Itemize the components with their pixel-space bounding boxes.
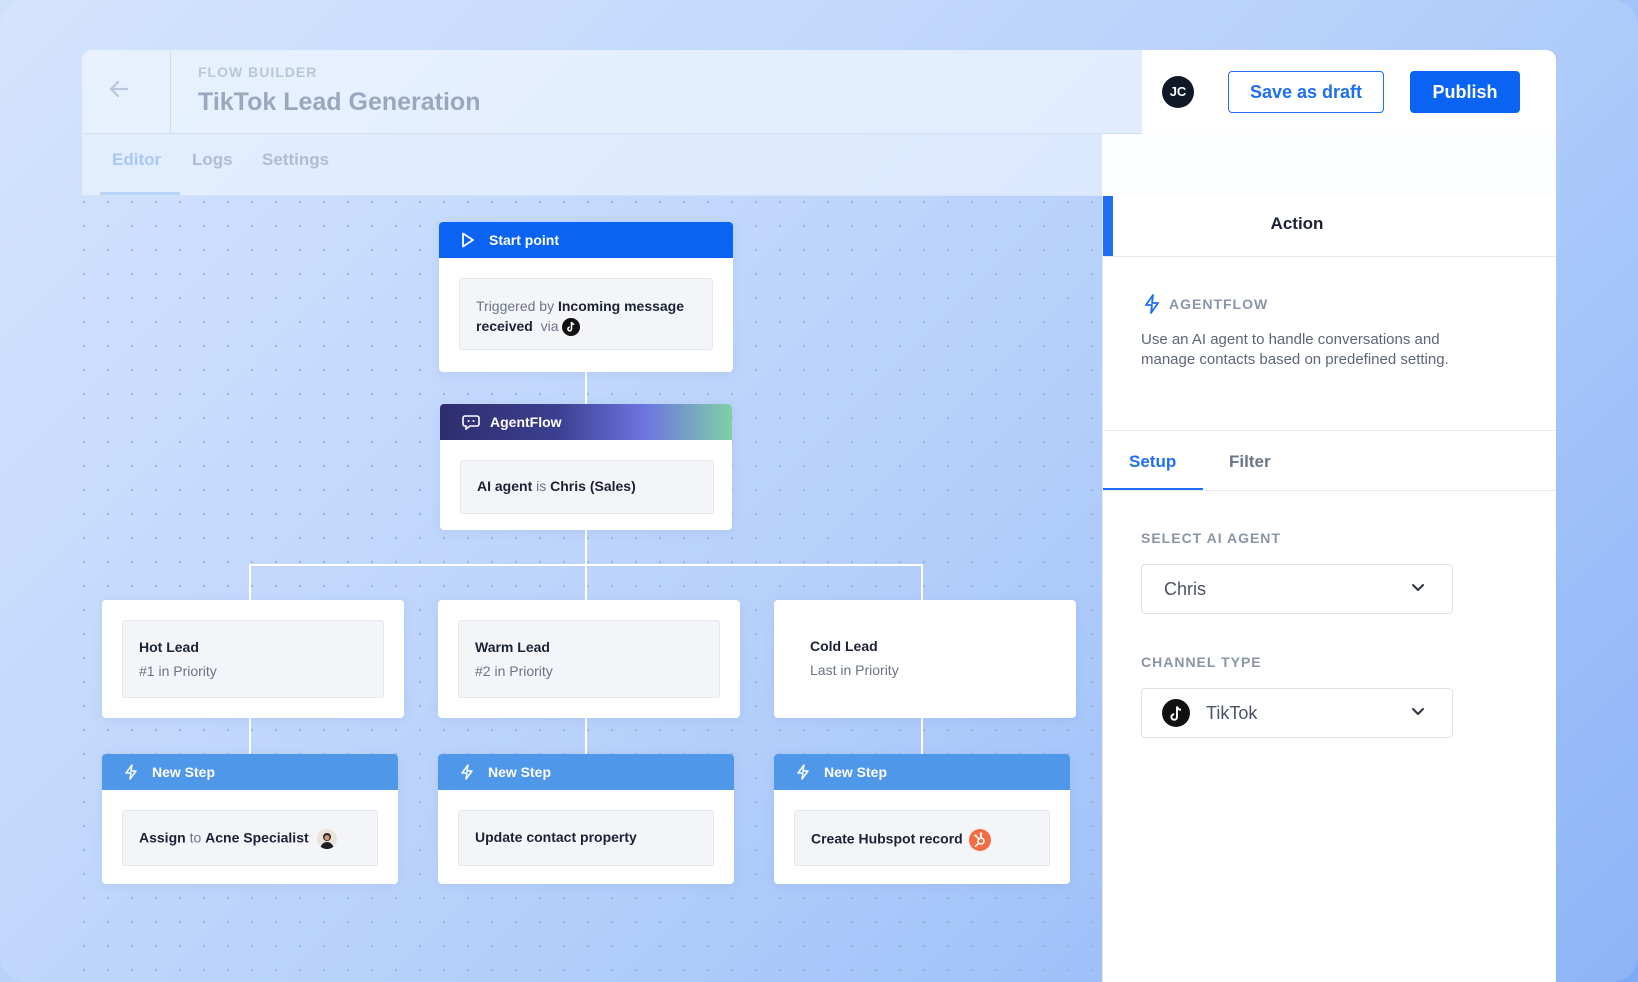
agent-select-value: Chris [1164, 579, 1207, 599]
chevron-down-icon [1410, 703, 1426, 719]
tab-editor[interactable]: Editor [112, 150, 161, 170]
play-icon [461, 232, 479, 248]
divider [1103, 430, 1556, 431]
step-node-title: New Step [152, 764, 216, 780]
trigger-event-2: received [476, 318, 533, 334]
hubspot-icon [968, 829, 991, 851]
category-description: Use an AI agent to handle conversations … [1141, 331, 1449, 368]
branch-subtitle: #2 in Priority [475, 663, 553, 679]
branch-card[interactable]: Warm Lead #2 in Priority [458, 620, 720, 698]
branch-node-hot-lead[interactable]: Hot Lead #1 in Priority [102, 600, 404, 718]
tab-active-indicator [100, 192, 180, 195]
agentflow-node-header: AgentFlow [440, 404, 732, 440]
action-panel: Action AGENTFLOW Use an AI agent to hand… [1102, 196, 1556, 982]
step-card[interactable]: Assign to Acne Specialist [122, 810, 378, 866]
trigger-card[interactable]: Triggered by Incoming message received v… [459, 278, 713, 350]
connector-line [585, 530, 587, 566]
connector-line [921, 718, 923, 754]
channel-type-label: CHANNEL TYPE [1141, 654, 1262, 670]
lightning-icon [460, 764, 478, 780]
tab-filter[interactable]: Filter [1229, 452, 1271, 472]
agentflow-node[interactable]: AgentFlow AI agent is Chris (Sales) [440, 404, 732, 530]
tab-bar-right-area [1102, 134, 1556, 196]
trigger-via: via [540, 318, 559, 334]
step-card[interactable]: Create Hubspot record [794, 810, 1050, 866]
step-node-update[interactable]: New Step Update contact property [438, 754, 734, 884]
select-agent-label: SELECT AI AGENT [1141, 530, 1281, 546]
agent-card[interactable]: AI agent is Chris (Sales) [460, 460, 714, 514]
tab-logs[interactable]: Logs [192, 150, 233, 170]
panel-title: Action [1270, 214, 1324, 233]
flow-builder-window: FLOW BUILDER TikTok Lead Generation JC S… [82, 50, 1556, 982]
branch-subtitle: #1 in Priority [139, 663, 217, 679]
channel-select[interactable]: TikTok [1141, 688, 1453, 738]
branch-subtitle: Last in Priority [810, 662, 899, 678]
start-node-header: Start point [439, 222, 733, 258]
connector-line [585, 372, 587, 406]
lightning-icon [796, 764, 814, 780]
back-button[interactable] [106, 76, 138, 108]
branch-card[interactable]: Cold Lead Last in Priority [810, 638, 899, 678]
save-draft-button[interactable]: Save as draft [1228, 71, 1384, 113]
agentflow-node-title: AgentFlow [490, 414, 562, 430]
avatar[interactable]: JC [1162, 76, 1194, 108]
chevron-down-icon [1410, 579, 1426, 595]
connector-line [249, 564, 251, 602]
step-node-header: New Step [774, 754, 1070, 790]
step-node-title: New Step [488, 764, 552, 780]
step-node-header: New Step [438, 754, 734, 790]
step-action: Update contact property [475, 829, 637, 845]
branch-title: Hot Lead [139, 639, 199, 655]
step-connector: to [189, 829, 202, 846]
step-action: Create Hubspot record [811, 830, 963, 847]
step-node-hubspot[interactable]: New Step Create Hubspot record [774, 754, 1070, 884]
publish-button[interactable]: Publish [1410, 71, 1520, 113]
page-title: TikTok Lead Generation [198, 88, 481, 116]
trigger-prefix: Triggered by [476, 298, 555, 314]
connector-line [585, 564, 587, 602]
section-label: FLOW BUILDER [198, 64, 318, 80]
tab-settings[interactable]: Settings [262, 150, 329, 170]
tiktok-icon [1162, 699, 1190, 727]
start-node[interactable]: Start point Triggered by Incoming messag… [439, 222, 733, 372]
lightning-icon [1143, 294, 1161, 314]
chat-bot-icon [462, 414, 480, 430]
step-target: Acne Specialist [205, 829, 309, 846]
branch-title: Warm Lead [475, 639, 550, 655]
branch-card[interactable]: Hot Lead #1 in Priority [122, 620, 384, 698]
tiktok-icon [562, 318, 581, 337]
divider [1103, 256, 1556, 257]
step-card[interactable]: Update contact property [458, 810, 714, 866]
channel-select-value: TikTok [1206, 703, 1258, 723]
connector-line [249, 718, 251, 754]
divider [1103, 490, 1556, 491]
step-node-title: New Step [824, 764, 888, 780]
branch-node-cold-lead[interactable]: Cold Lead Last in Priority [774, 600, 1076, 718]
tab-setup[interactable]: Setup [1129, 452, 1176, 472]
background: FLOW BUILDER TikTok Lead Generation JC S… [0, 0, 1638, 982]
connector-line [585, 718, 587, 754]
agent-verb: is [536, 478, 547, 494]
step-action: Assign [139, 829, 186, 846]
branch-title: Cold Lead [810, 638, 878, 654]
header-divider [170, 50, 171, 134]
agent-subject: AI agent [477, 478, 533, 494]
agent-select[interactable]: Chris [1141, 564, 1453, 614]
connector-line [921, 564, 923, 602]
person-avatar [316, 829, 337, 849]
start-node-title: Start point [489, 232, 559, 248]
branch-node-warm-lead[interactable]: Warm Lead #2 in Priority [438, 600, 740, 718]
agent-value: Chris (Sales) [550, 478, 636, 494]
step-node-assign[interactable]: New Step Assign to Acne Specialist [102, 754, 398, 884]
arrow-left-icon [109, 80, 129, 98]
trigger-event: Incoming message [557, 298, 685, 314]
category-label: AGENTFLOW [1169, 296, 1269, 312]
step-node-header: New Step [102, 754, 398, 790]
lightning-icon [124, 764, 142, 780]
